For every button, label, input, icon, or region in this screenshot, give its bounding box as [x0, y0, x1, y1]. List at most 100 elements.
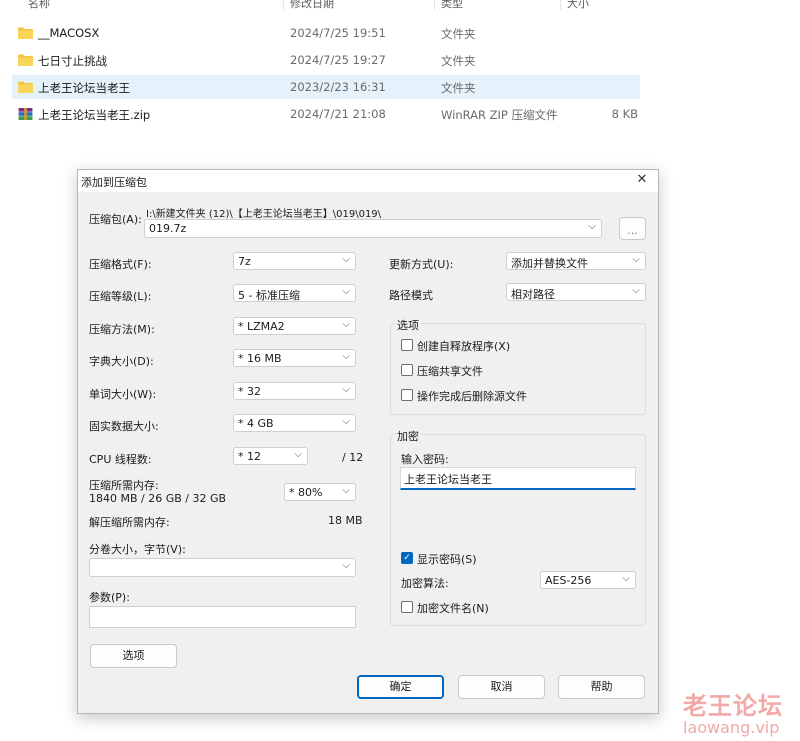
format-select[interactable]: 7z ⌵ — [233, 252, 356, 270]
file-size: 8 KB — [611, 107, 638, 121]
update-mode-label: 更新方式(U): — [389, 258, 454, 271]
level-label: 压缩等级(L): — [89, 290, 152, 303]
chevron-down-icon: ⌵ — [342, 254, 350, 265]
password-input[interactable]: 上老王论坛当老王 — [400, 467, 636, 490]
threads-value: * 12 — [238, 450, 261, 463]
solid-size-label: 固实数据大小: — [89, 420, 159, 433]
chevron-down-icon: ⌵ — [622, 573, 630, 584]
show-password-label[interactable]: 显示密码(S) — [417, 551, 477, 567]
folder-icon — [18, 27, 33, 39]
sfx-label[interactable]: 创建自释放程序(X) — [417, 338, 510, 354]
watermark-logo: 老王论坛 — [683, 692, 783, 720]
threads-select[interactable]: * 12 ⌵ — [233, 447, 308, 465]
dialog-titlebar[interactable]: 添加到压缩包 ✕ — [78, 170, 658, 192]
column-header-size[interactable]: 大小 — [567, 0, 589, 10]
file-row[interactable]: 上老王论坛当老王.zip 2024/7/21 21:08 WinRAR ZIP … — [12, 102, 640, 126]
solid-size-select[interactable]: * 4 GB ⌵ — [233, 414, 356, 432]
shared-files-checkbox[interactable] — [401, 364, 413, 376]
sfx-checkbox[interactable] — [401, 339, 413, 351]
file-name: 七日寸止挑战 — [38, 54, 107, 68]
folder-icon — [18, 81, 33, 93]
dict-size-label: 字典大小(D): — [89, 355, 154, 368]
file-date: 2023/2/23 16:31 — [290, 80, 386, 94]
chevron-down-icon: ⌵ — [342, 416, 350, 427]
format-value: 7z — [238, 255, 251, 268]
file-row[interactable]: 七日寸止挑战 2024/7/25 19:27 文件夹 — [12, 48, 640, 72]
chevron-down-icon: ⌵ — [342, 286, 350, 297]
update-mode-value: 添加并替换文件 — [511, 257, 588, 270]
cancel-button[interactable]: 取消 — [458, 675, 545, 699]
file-type: 文件夹 — [441, 27, 476, 41]
memory-select[interactable]: * 80% ⌵ — [284, 483, 356, 501]
chevron-down-icon: ⌵ — [342, 384, 350, 395]
winrar-archive-icon — [18, 108, 33, 120]
archive-name-combobox[interactable]: 019.7z ⌵ — [144, 219, 602, 238]
archive-name-value: 019.7z — [149, 222, 187, 235]
word-size-value: * 32 — [238, 385, 261, 398]
close-button[interactable]: ✕ — [634, 172, 650, 188]
encryption-group-title: 加密 — [395, 428, 421, 444]
file-date: 2024/7/25 19:51 — [290, 26, 386, 40]
file-type: 文件夹 — [441, 81, 476, 95]
add-to-archive-dialog: 添加到压缩包 ✕ 压缩包(A): I:\新建文件夹 (12)\【上老王论坛当老王… — [77, 169, 659, 714]
chevron-down-icon[interactable]: ⌵ — [342, 560, 350, 571]
chevron-down-icon: ⌵ — [342, 485, 350, 496]
file-date: 2024/7/25 19:27 — [290, 53, 386, 67]
split-size-combobox[interactable]: ⌵ — [89, 558, 356, 577]
memory-label: 压缩所需内存: — [89, 479, 159, 492]
chevron-down-icon: ⌵ — [632, 285, 640, 296]
update-mode-select[interactable]: 添加并替换文件 ⌵ — [506, 252, 646, 270]
archive-label: 压缩包(A): — [89, 213, 142, 226]
browse-button[interactable]: ... — [619, 217, 646, 240]
method-select[interactable]: * LZMA2 ⌵ — [233, 317, 356, 335]
memory-value: * 80% — [289, 486, 323, 499]
delete-source-label[interactable]: 操作完成后删除源文件 — [417, 388, 527, 404]
chevron-down-icon[interactable]: ⌵ — [588, 221, 596, 232]
encryption-method-select[interactable]: AES-256 ⌵ — [540, 571, 636, 589]
file-row[interactable]: __MACOSX 2024/7/25 19:51 文件夹 — [12, 21, 640, 45]
ok-button[interactable]: 确定 — [357, 675, 444, 699]
folder-icon — [18, 54, 33, 66]
column-header-date[interactable]: 修改日期 — [290, 0, 334, 10]
path-mode-value: 相对路径 — [511, 288, 555, 301]
dialog-title: 添加到压缩包 — [81, 176, 147, 189]
level-value: 5 - 标准压缩 — [238, 289, 300, 302]
format-label: 压缩格式(F): — [89, 258, 152, 271]
level-select[interactable]: 5 - 标准压缩 ⌵ — [233, 284, 356, 302]
column-divider[interactable] — [434, 0, 435, 10]
column-header-type[interactable]: 类型 — [441, 0, 463, 10]
memory-detail: 1840 MB / 26 GB / 32 GB — [89, 492, 227, 505]
delete-source-checkbox[interactable] — [401, 389, 413, 401]
file-name: __MACOSX — [38, 26, 100, 40]
dict-size-select[interactable]: * 16 MB ⌵ — [233, 349, 356, 367]
decompress-memory-value: 18 MB — [328, 514, 363, 527]
dict-size-value: * 16 MB — [238, 352, 282, 365]
column-divider[interactable] — [283, 0, 284, 10]
shared-files-label[interactable]: 压缩共享文件 — [417, 363, 483, 379]
options-button[interactable]: 选项 — [90, 644, 177, 668]
file-row-selected[interactable]: 上老王论坛当老王 2023/2/23 16:31 文件夹 — [12, 75, 640, 99]
word-size-select[interactable]: * 32 ⌵ — [233, 382, 356, 400]
split-size-label: 分卷大小，字节(V): — [89, 543, 186, 556]
column-header-name[interactable]: 名称 — [28, 0, 50, 10]
method-label: 压缩方法(M): — [89, 323, 155, 336]
params-input[interactable] — [89, 606, 356, 628]
options-group-title: 选项 — [395, 317, 421, 333]
params-label: 参数(P): — [89, 591, 130, 604]
word-size-label: 单词大小(W): — [89, 388, 157, 401]
method-value: * LZMA2 — [238, 320, 285, 333]
encrypt-names-label[interactable]: 加密文件名(N) — [417, 600, 489, 616]
path-mode-select[interactable]: 相对路径 ⌵ — [506, 283, 646, 301]
solid-size-value: * 4 GB — [238, 417, 274, 430]
help-button[interactable]: 帮助 — [558, 675, 645, 699]
file-date: 2024/7/21 21:08 — [290, 107, 386, 121]
password-label: 输入密码: — [401, 453, 449, 466]
path-mode-label: 路径模式 — [389, 289, 433, 302]
chevron-down-icon: ⌵ — [632, 254, 640, 265]
file-explorer-list: 名称 修改日期 类型 大小 __MACOSX 2024/7/25 19:51 文… — [0, 0, 800, 140]
show-password-checkbox[interactable]: ✓ — [401, 552, 413, 564]
encrypt-names-checkbox[interactable] — [401, 601, 413, 613]
file-type: WinRAR ZIP 压缩文件 — [441, 108, 558, 122]
column-divider[interactable] — [560, 0, 561, 10]
encryption-method-label: 加密算法: — [401, 577, 449, 590]
